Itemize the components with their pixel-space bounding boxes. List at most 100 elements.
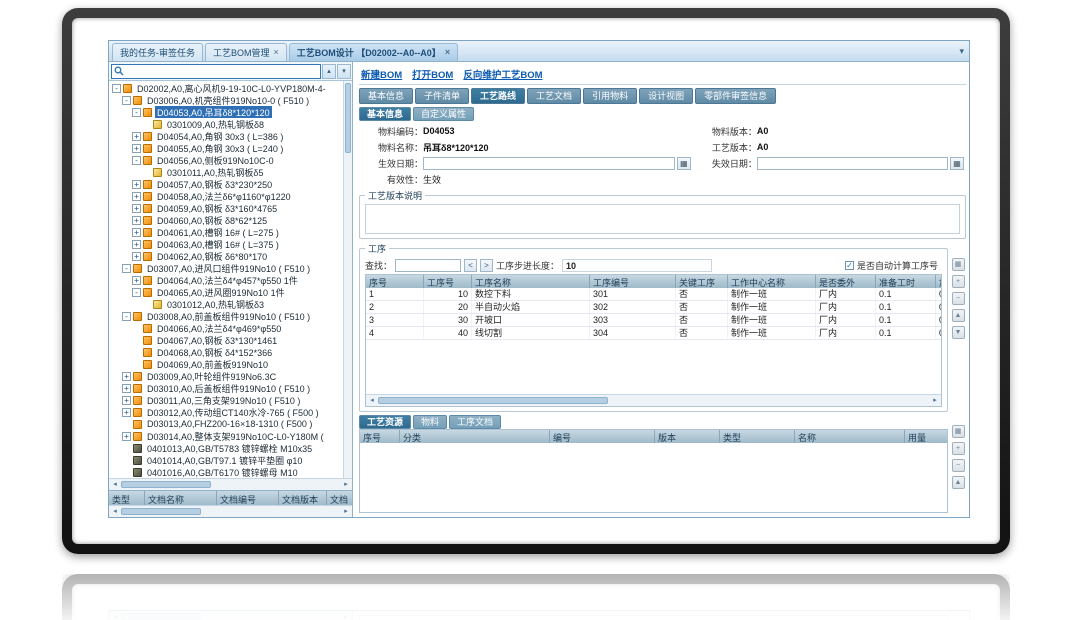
column-header[interactable]: 分类 [400,430,550,443]
tree-search-input[interactable] [126,65,320,77]
tree-item[interactable]: 0401014,A0,GB/T97.1 镀锌平垫圈 φ10 [110,454,342,466]
tree-item[interactable]: D04068,A0,钢板 δ4*152*366 [110,346,342,358]
tab-close-icon[interactable]: × [274,48,279,57]
main-tab-0[interactable]: 基本信息 [359,88,413,104]
tree-item[interactable]: +D04061,A0,槽钢 16# ( L=275 ) [110,226,342,238]
scroll-right-icon[interactable]: ▸ [340,479,352,490]
collapse-icon[interactable]: - [112,84,121,93]
collapse-icon[interactable]: - [132,288,141,297]
remove-icon[interactable]: − [952,459,965,472]
expand-icon[interactable]: + [132,204,141,213]
collapse-icon[interactable]: - [132,156,141,165]
scroll-right-icon[interactable]: ▸ [929,395,941,406]
table-icon[interactable]: ▦ [952,425,965,438]
column-header[interactable]: 文档名称 [145,491,217,505]
tree-item[interactable]: +D04054,A0,角钢 30x3 ( L=386 ) [110,130,342,142]
expand-icon[interactable]: + [132,144,141,153]
bom-link-2[interactable]: 反向维护工艺BOM [463,67,542,81]
scroll-left-icon[interactable]: ◂ [366,395,378,406]
tree-item[interactable]: +D03014,A0,整体支架919No10C-L0-Y180M ( [110,430,342,442]
expand-icon[interactable]: + [132,252,141,261]
column-header[interactable]: 版本 [655,430,720,443]
tree-item[interactable]: 0301011,A0,热轧钢板δ5 [110,166,342,178]
sub-tab-1[interactable]: 自定义属性 [413,107,474,121]
bom-link-0[interactable]: 新建BOM [361,67,402,81]
search-prev-button[interactable]: ▴ [322,64,336,79]
expand-icon[interactable]: + [132,228,141,237]
column-header[interactable]: 文档版本 [279,491,327,505]
bottom-tab-0[interactable]: 工艺资源 [359,415,411,429]
column-header[interactable]: 是否委外 [816,275,876,288]
window-tab-1[interactable]: 工艺BOM管理× [205,43,287,61]
tree-item[interactable]: D04067,A0,钢板 δ3*130*1461 [110,334,342,346]
scrollbar-thumb[interactable] [121,508,201,515]
move-up-icon[interactable]: ▲ [952,309,965,322]
expand-icon[interactable]: + [122,432,131,441]
tree-item[interactable]: +D03012,A0,传动组CT140水冷-765 ( F500 ) [110,406,342,418]
tree-item[interactable]: +D04055,A0,角钢 30x3 ( L=240 ) [110,142,342,154]
tree-item[interactable]: D04069,A0,前盖板919No10 [110,358,342,370]
column-header[interactable]: 类型 [109,491,145,505]
expand-icon[interactable]: + [132,132,141,141]
expand-icon[interactable]: + [132,216,141,225]
search-next-button[interactable]: ▾ [337,64,351,79]
tab-close-icon[interactable]: × [445,48,450,57]
column-header[interactable]: 名称 [795,430,905,443]
expand-icon[interactable]: + [132,276,141,285]
process-row[interactable]: 440线切割304否制作一班厂内0.10.1 [366,327,941,340]
window-tab-0[interactable]: 我的任务-审签任务 [112,43,203,61]
calendar-icon[interactable]: ▦ [677,157,691,170]
main-tab-4[interactable]: 引用物料 [583,88,637,104]
tree-item[interactable]: 0401016,A0,GB/T6170 镀锌螺母 M10 [110,466,342,478]
tree-item[interactable]: -D04056,A0,侧板919No10C-0 [110,154,342,166]
column-header[interactable]: 类型 [720,430,795,443]
step-length-input[interactable]: 10 [562,259,712,272]
column-header[interactable]: 准备工时 [876,275,936,288]
scroll-left-icon[interactable]: ◂ [109,479,121,490]
tree-item[interactable]: +D04064,A0,法兰δ4*φ457*φ550 1件 [110,274,342,286]
tree-item[interactable]: -D04053,A0,吊耳δ8*120*120 [110,106,342,118]
collapse-icon[interactable]: - [132,108,141,117]
column-header[interactable]: 序号 [366,275,424,288]
expand-icon[interactable]: + [122,396,131,405]
collapse-icon[interactable]: - [122,264,131,273]
window-tab-2[interactable]: 工艺BOM设计 【D02002--A0--A0】× [289,43,458,61]
table-icon[interactable]: ▦ [952,258,965,271]
bom-link-1[interactable]: 打开BOM [412,67,453,81]
tree-item[interactable]: -D03006,A0,机壳组件919No10-0 ( F510 ) [110,94,342,106]
scrollbar-thumb[interactable] [345,83,351,153]
find-input[interactable] [395,259,461,272]
column-header[interactable]: 文档 [327,491,352,505]
tree-item[interactable]: +D04062,A0,钢板 δ6*80*170 [110,250,342,262]
column-header[interactable]: 工序号 [424,275,472,288]
tree-vertical-scrollbar[interactable] [343,81,352,478]
tree-item[interactable]: +D04060,A0,钢板 δ8*62*125 [110,214,342,226]
expand-icon[interactable]: + [122,384,131,393]
tree-item[interactable]: 0301012,A0,热轧钢板δ3 [110,298,342,310]
column-header[interactable]: 编号 [550,430,655,443]
bottom-tab-2[interactable]: 工序文档 [449,415,501,429]
sub-tab-0[interactable]: 基本信息 [359,107,411,121]
tree-item[interactable]: D03013,A0,FHZ200-16×18-1310 ( F500 ) [110,418,342,430]
process-row[interactable]: 110数控下料301否制作一班厂内0.10.1 [366,288,941,301]
add-icon[interactable]: + [952,442,965,455]
expand-icon[interactable]: + [132,240,141,249]
auto-calc-checkbox[interactable]: ✓ [845,261,854,270]
tree-item[interactable]: -D03008,A0,前盖板组件919No10 ( F510 ) [110,310,342,322]
scrollbar-thumb[interactable] [378,397,608,404]
column-header[interactable]: 加工工时 [936,275,941,288]
tree-item[interactable]: D04066,A0,法兰δ4*φ469*φ550 [110,322,342,334]
column-header[interactable]: 文档编号 [217,491,279,505]
column-header[interactable]: 工序编号 [590,275,676,288]
tree-item[interactable]: +D04057,A0,钢板 δ3*230*250 [110,178,342,190]
process-row[interactable]: 220半自动火焰302否制作一班厂内0.10.1 [366,301,941,314]
expand-icon[interactable]: + [132,180,141,189]
tree-horizontal-scrollbar[interactable]: ◂ ▸ [109,478,352,490]
add-icon[interactable]: + [952,275,965,288]
column-header[interactable]: 关键工序 [676,275,728,288]
expand-icon[interactable]: + [132,192,141,201]
main-tab-6[interactable]: 零部件审签信息 [695,88,776,104]
main-tab-5[interactable]: 设计视图 [639,88,693,104]
column-header[interactable]: 用量 [905,430,947,443]
find-prev-button[interactable]: < [464,259,477,272]
